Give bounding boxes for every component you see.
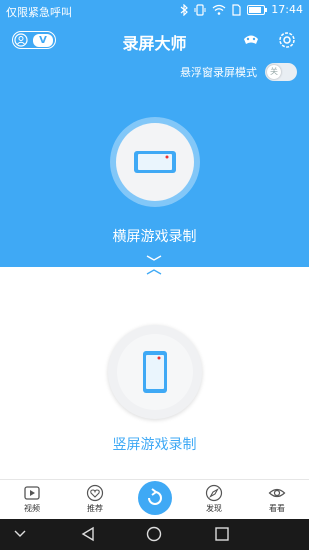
portrait-record-button[interactable]: [117, 334, 193, 410]
sim-icon: [232, 3, 241, 16]
carrier-text: 仅限紧急呼叫: [6, 6, 72, 19]
home-icon[interactable]: [146, 526, 162, 542]
clock: 17:44: [271, 3, 303, 16]
landscape-record-button[interactable]: [116, 123, 194, 201]
nav-recommend-label: 推荐: [87, 504, 103, 513]
landscape-record-label[interactable]: 横屏游戏录制: [0, 226, 309, 246]
compass-icon: [205, 484, 223, 502]
nav-video-label: 视频: [24, 504, 40, 513]
floating-mode-label: 悬浮窗录屏模式: [180, 66, 257, 79]
nav-discover[interactable]: 发现: [194, 480, 234, 520]
recents-icon[interactable]: [214, 526, 230, 542]
vibrate-icon: [194, 3, 206, 16]
record-center-button[interactable]: [138, 481, 172, 515]
heart-icon: [86, 484, 104, 502]
portrait-phone-icon: [143, 351, 167, 393]
chevron-up-icon[interactable]: [145, 268, 163, 276]
system-nav-bar: [0, 519, 309, 550]
portrait-record-label[interactable]: 竖屏游戏录制: [0, 434, 309, 454]
page-title: 录屏大师: [122, 34, 187, 53]
wifi-icon: [212, 4, 226, 15]
record-refresh-icon: [148, 488, 162, 505]
nav-recommend[interactable]: 推荐: [75, 480, 115, 520]
landscape-phone-icon: [134, 151, 176, 173]
nav-discover-label: 发现: [206, 504, 222, 513]
status-bar: 仅限紧急呼叫 17:44: [0, 0, 309, 22]
nav-video[interactable]: 视频: [12, 480, 52, 520]
back-icon[interactable]: [80, 526, 96, 542]
nav-watch-label: 看看: [269, 504, 285, 513]
floating-mode-toggle[interactable]: 关: [265, 63, 297, 81]
settings-icon[interactable]: [277, 30, 297, 50]
chevron-down-icon[interactable]: [145, 254, 163, 262]
app-header: V 录屏大师: [0, 26, 309, 56]
nav-watch[interactable]: 看看: [257, 480, 297, 520]
eye-icon: [268, 488, 286, 498]
gamepad-icon[interactable]: [241, 30, 261, 50]
toggle-knob: 关: [267, 65, 281, 79]
video-icon: [24, 486, 40, 500]
battery-icon: [247, 4, 268, 15]
floating-mode-row: 悬浮窗录屏模式 关: [180, 63, 297, 81]
chevron-down-icon[interactable]: [14, 530, 26, 538]
bluetooth-icon: [180, 3, 189, 16]
